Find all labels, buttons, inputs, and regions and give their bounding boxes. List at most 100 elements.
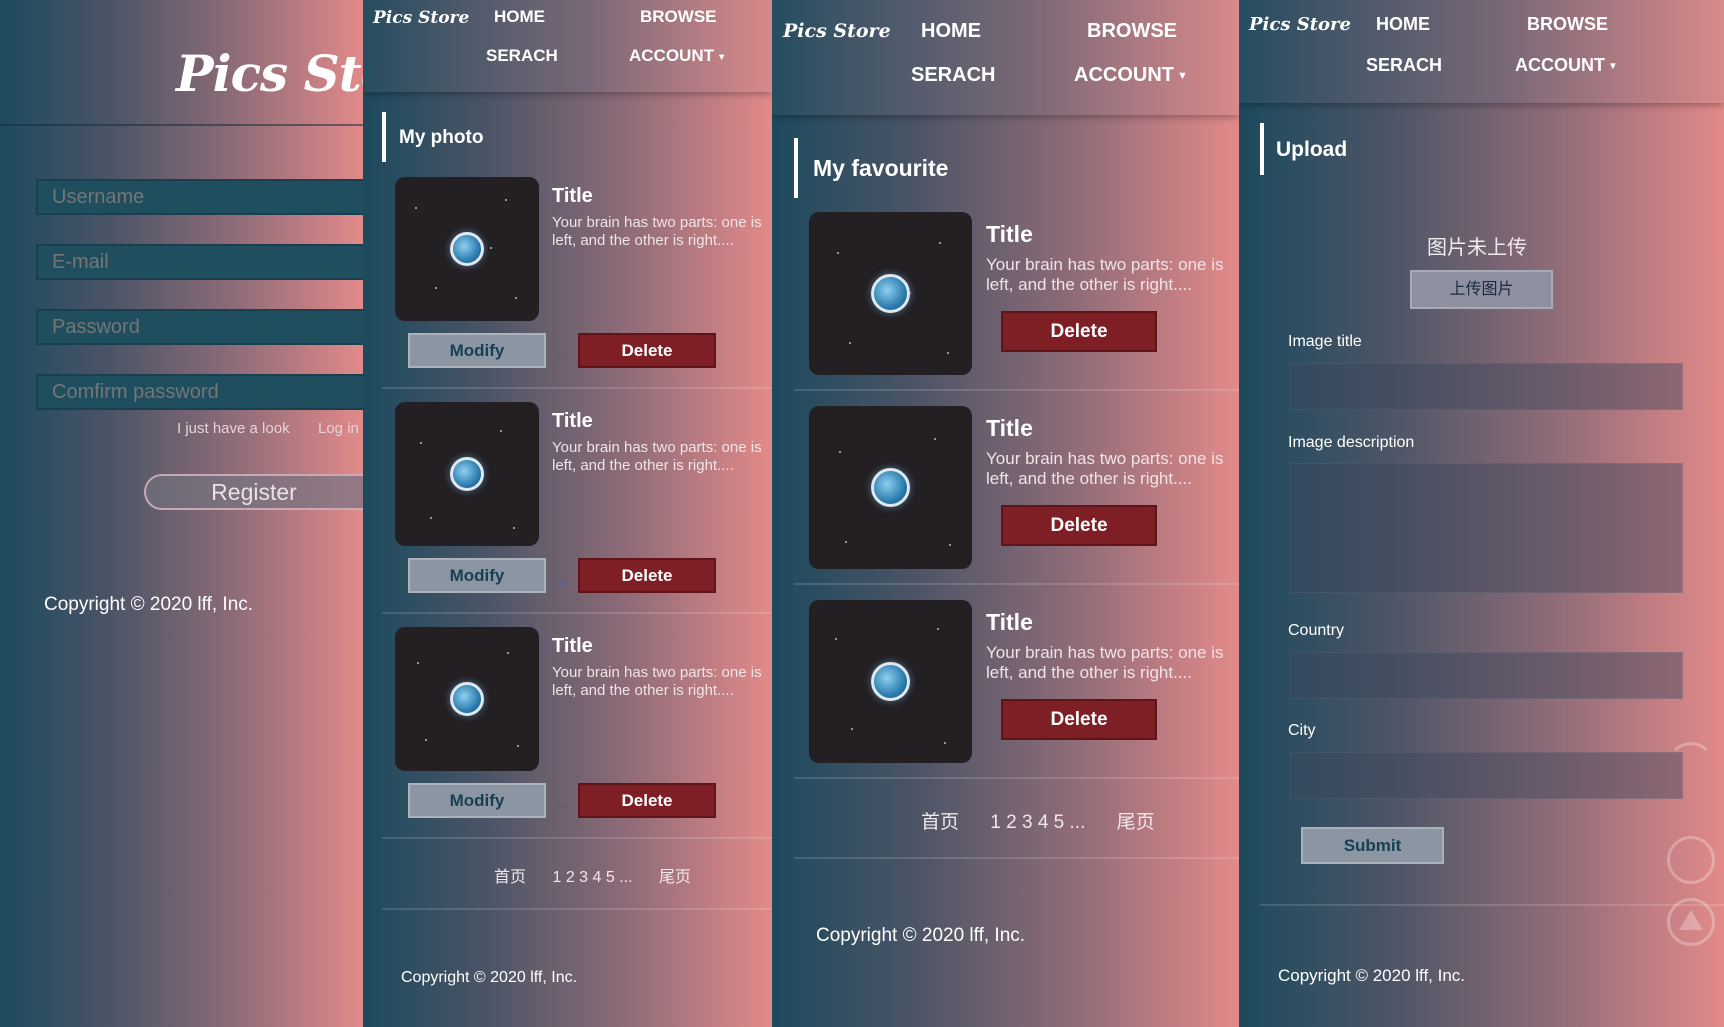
card-title: Title: [552, 185, 593, 207]
nav-account-label: ACCOUNT: [1515, 55, 1605, 75]
nav-browse[interactable]: BROWSE: [640, 7, 717, 27]
card-description: Your brain has two parts: one is left, a…: [552, 439, 762, 474]
nav-account[interactable]: ACCOUNT ▼: [1074, 64, 1188, 87]
modify-button[interactable]: Modify: [408, 558, 546, 593]
divider: [382, 908, 772, 910]
pager-first[interactable]: 首页: [494, 869, 526, 886]
chevron-down-icon: ▼: [717, 51, 727, 62]
pager-last[interactable]: 尾页: [659, 869, 691, 886]
photo-thumbnail[interactable]: [809, 600, 972, 763]
page-title: Upload: [1276, 138, 1348, 161]
globe-icon: [871, 274, 910, 313]
divider: [794, 583, 1239, 585]
globe-icon: [871, 468, 910, 507]
divider: [1260, 904, 1724, 906]
card-description: Your brain has two parts: one is left, a…: [986, 449, 1224, 489]
upload-panel: Pics Store HOME BROWSE SERACH ACCOUNT ▼ U…: [1239, 0, 1724, 1027]
photo-thumbnail[interactable]: [809, 212, 972, 375]
city-field[interactable]: [1290, 752, 1683, 799]
card-title: Title: [552, 635, 593, 657]
username-field[interactable]: [36, 179, 363, 215]
photo-thumbnail[interactable]: [395, 627, 539, 771]
section-marker: [1260, 123, 1264, 175]
pager-pages[interactable]: 1 2 3 4 5 ...: [552, 869, 632, 886]
section-marker: [794, 138, 798, 198]
upload-status: 图片未上传: [1427, 237, 1527, 259]
nav-home[interactable]: HOME: [1376, 14, 1430, 35]
nav-logo[interactable]: Pics Store: [373, 8, 469, 28]
pager-last[interactable]: 尾页: [1117, 812, 1155, 833]
card-title: Title: [552, 410, 593, 432]
delete-button[interactable]: Delete: [578, 558, 716, 593]
loading-arc-icon: [1667, 742, 1715, 790]
pager-pages[interactable]: 1 2 3 4 5 ...: [990, 812, 1085, 833]
my-favourite-panel: Pics Store HOME BROWSE SERACH ACCOUNT ▼ M…: [772, 0, 1239, 1027]
guest-look-link[interactable]: I just have a look: [177, 420, 290, 437]
button-separator: _: [558, 342, 566, 358]
email-field[interactable]: [36, 244, 363, 280]
copyright: Copyright © 2020 lff, Inc.: [401, 969, 578, 986]
nav-account[interactable]: ACCOUNT ▼: [1515, 55, 1618, 76]
nav-search[interactable]: SERACH: [1366, 55, 1442, 76]
nav-account-label: ACCOUNT: [1074, 64, 1174, 86]
top-nav: Pics Store HOME BROWSE SERACH ACCOUNT ▼: [772, 0, 1239, 115]
nav-logo[interactable]: Pics Store: [1249, 14, 1351, 35]
register-panel: Pics Store I just have a look Log in Reg…: [0, 0, 363, 1027]
refresh-circle-icon[interactable]: [1667, 836, 1715, 884]
nav-home[interactable]: HOME: [921, 20, 981, 43]
page-title: My photo: [399, 127, 484, 148]
login-link[interactable]: Log in: [318, 420, 359, 437]
globe-icon: [450, 682, 484, 716]
pager-first[interactable]: 首页: [921, 812, 959, 833]
button-separator: _: [558, 792, 566, 808]
upload-image-button[interactable]: 上传图片: [1410, 270, 1553, 309]
modify-button[interactable]: Modify: [408, 333, 546, 368]
copyright: Copyright © 2020 lff, Inc.: [44, 594, 254, 615]
pics-store-logo: Pics Store: [176, 44, 363, 103]
page-title: My favourite: [813, 155, 949, 181]
section-marker: [382, 112, 386, 162]
photo-thumbnail[interactable]: [809, 406, 972, 569]
arrow-up-icon: [1679, 910, 1703, 930]
delete-button[interactable]: Delete: [578, 333, 716, 368]
divider: [794, 389, 1239, 391]
globe-icon: [871, 662, 910, 701]
nav-browse[interactable]: BROWSE: [1527, 14, 1608, 35]
image-description-field[interactable]: [1290, 463, 1683, 593]
nav-logo[interactable]: Pics Store: [783, 20, 891, 42]
nav-browse[interactable]: BROWSE: [1087, 20, 1177, 43]
copyright: Copyright © 2020 lff, Inc.: [1278, 966, 1466, 985]
chevron-down-icon: ▼: [1177, 69, 1188, 82]
delete-button[interactable]: Delete: [1001, 505, 1157, 546]
modify-button[interactable]: Modify: [408, 783, 546, 818]
globe-icon: [450, 457, 484, 491]
password-field[interactable]: [36, 309, 363, 345]
delete-button[interactable]: Delete: [1001, 699, 1157, 740]
confirm-password-field[interactable]: [36, 374, 363, 410]
photo-thumbnail[interactable]: [395, 402, 539, 546]
nav-account[interactable]: ACCOUNT ▼: [629, 46, 726, 66]
delete-button[interactable]: Delete: [1001, 311, 1157, 352]
image-title-label: Image title: [1288, 333, 1362, 350]
register-button[interactable]: Register: [144, 474, 363, 510]
photo-thumbnail[interactable]: [395, 177, 539, 321]
card-title: Title: [986, 415, 1033, 441]
top-nav: Pics Store HOME BROWSE SERACH ACCOUNT ▼: [1239, 0, 1724, 103]
delete-button[interactable]: Delete: [578, 783, 716, 818]
card-description: Your brain has two parts: one is left, a…: [552, 664, 762, 699]
card-description: Your brain has two parts: one is left, a…: [986, 255, 1224, 295]
country-field[interactable]: [1290, 652, 1683, 699]
back-to-top-button[interactable]: [1667, 898, 1715, 946]
nav-search[interactable]: SERACH: [911, 64, 995, 87]
card-description: Your brain has two parts: one is left, a…: [552, 214, 762, 249]
nav-search[interactable]: SERACH: [486, 46, 558, 66]
card-title: Title: [986, 221, 1033, 247]
top-nav: Pics Store HOME BROWSE SERACH ACCOUNT ▼: [363, 0, 772, 92]
submit-button[interactable]: Submit: [1301, 827, 1444, 864]
image-title-field[interactable]: [1290, 363, 1683, 410]
globe-icon: [450, 232, 484, 266]
my-photo-panel: Pics Store HOME BROWSE SERACH ACCOUNT ▼ M…: [363, 0, 772, 1027]
nav-home[interactable]: HOME: [494, 7, 545, 27]
divider: [794, 777, 1239, 779]
city-label: City: [1288, 722, 1316, 739]
